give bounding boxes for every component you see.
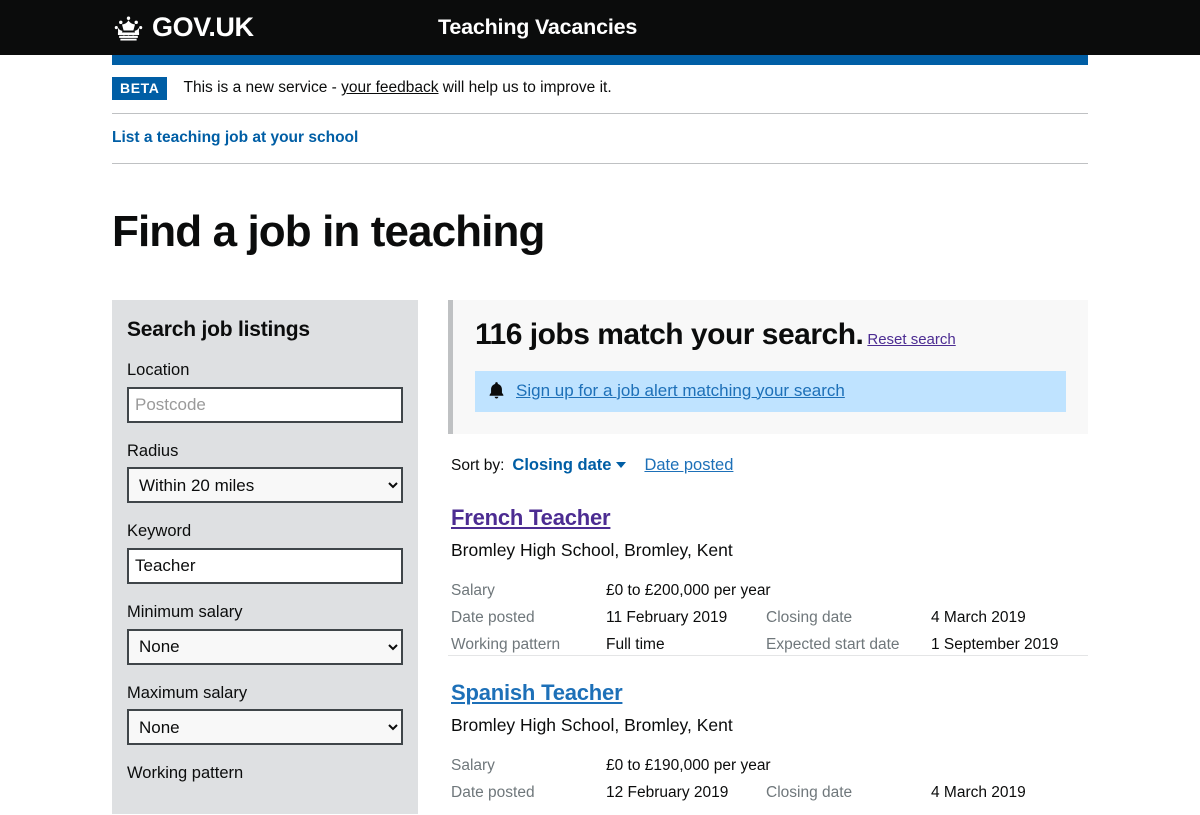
job-alert-box: Sign up for a job alert matching your se… <box>475 370 1066 412</box>
secondary-navigation: List a teaching job at your school <box>112 114 1088 164</box>
keyword-input[interactable] <box>127 548 403 585</box>
sort-active-label: Closing date <box>512 455 612 474</box>
page-body: Search job listings Location Radius With… <box>112 300 1088 814</box>
results-count-text: 116 jobs match your search. <box>475 318 864 352</box>
maximum-salary-select[interactable]: None <box>127 709 403 746</box>
salary-value: £0 to £200,000 per year <box>606 581 771 599</box>
results-summary-panel: 116 jobs match your search. Reset search … <box>448 300 1088 434</box>
sidebar-heading: Search job listings <box>127 318 310 342</box>
sort-by-label: Sort by: <box>451 456 505 474</box>
sort-date-posted-option[interactable]: Date posted <box>644 456 733 475</box>
job-listing: French Teacher Bromley High School, Brom… <box>448 475 1088 655</box>
crown-icon <box>112 15 145 41</box>
feedback-link[interactable]: your feedback <box>341 79 438 96</box>
closing-date-value: 4 March 2019 <box>931 784 1026 802</box>
maximum-salary-label: Maximum salary <box>127 683 248 702</box>
closing-date-label: Closing date <box>766 784 853 802</box>
job-listing: Spanish Teacher Bromley High School, Bro… <box>448 655 1088 803</box>
minimum-salary-label: Minimum salary <box>127 603 243 622</box>
results-count-heading: 116 jobs match your search. Reset search <box>475 318 1066 353</box>
reset-search-link[interactable]: Reset search <box>867 331 955 348</box>
bell-icon <box>489 381 504 400</box>
expected-start-date-label: Expected start date <box>766 635 900 653</box>
salary-value: £0 to £190,000 per year <box>606 757 771 775</box>
working-pattern-label: Working pattern <box>451 635 561 653</box>
date-posted-label: Date posted <box>451 608 535 626</box>
govuk-header: GOV.UK Teaching Vacancies <box>0 0 1200 55</box>
list-teaching-job-link[interactable]: List a teaching job at your school <box>112 129 358 146</box>
radius-label: Radius <box>127 441 179 460</box>
phase-banner: BETA This is a new service - your feedba… <box>112 65 1088 114</box>
page-title: Find a job in teaching <box>112 206 545 256</box>
service-name: Teaching Vacancies <box>438 15 638 39</box>
job-details: Salary £0 to £200,000 per year Date post… <box>451 581 1088 655</box>
keyword-label: Keyword <box>127 522 192 541</box>
govuk-wordmark: GOV.UK <box>152 12 254 42</box>
job-details: Salary £0 to £190,000 per year Date post… <box>451 756 1088 803</box>
date-posted-value: 12 February 2019 <box>606 784 729 802</box>
location-label: Location <box>127 361 190 380</box>
date-posted-label: Date posted <box>451 784 535 802</box>
chevron-down-icon <box>616 462 627 469</box>
search-results: 116 jobs match your search. Reset search … <box>448 300 1088 803</box>
govuk-logo-link[interactable]: GOV.UK <box>112 14 254 41</box>
date-posted-value: 11 February 2019 <box>606 608 728 626</box>
job-school: Bromley High School, Bromley, Kent <box>451 539 733 560</box>
job-school: Bromley High School, Bromley, Kent <box>451 715 733 736</box>
location-input[interactable] <box>127 386 403 423</box>
sort-bar: Sort by: Closing date Date posted <box>448 456 1088 475</box>
working-pattern-value: Full time <box>606 635 665 653</box>
closing-date-value: 4 March 2019 <box>931 608 1026 626</box>
job-title-link[interactable]: French Teacher <box>451 505 611 531</box>
job-alert-signup-link[interactable]: Sign up for a job alert matching your se… <box>516 381 845 401</box>
radius-select[interactable]: Within 20 miles <box>127 467 403 504</box>
phase-text-after: will help us to improve it. <box>438 79 612 97</box>
search-job-listings-form: Search job listings Location Radius With… <box>112 300 418 814</box>
job-title-link[interactable]: Spanish Teacher <box>451 680 623 706</box>
sort-closing-date-option[interactable]: Closing date <box>512 455 627 475</box>
working-pattern-label: Working pattern <box>127 764 244 783</box>
phase-banner-text: This is a new service - your feedback wi… <box>183 78 611 98</box>
header-blue-rule <box>112 55 1088 65</box>
closing-date-label: Closing date <box>766 608 853 626</box>
salary-label: Salary <box>451 581 495 599</box>
minimum-salary-select[interactable]: None <box>127 628 403 665</box>
expected-start-date-value: 1 September 2019 <box>931 635 1059 653</box>
phase-text-before: This is a new service - <box>183 79 342 97</box>
salary-label: Salary <box>451 757 495 775</box>
beta-tag: BETA <box>112 77 168 100</box>
